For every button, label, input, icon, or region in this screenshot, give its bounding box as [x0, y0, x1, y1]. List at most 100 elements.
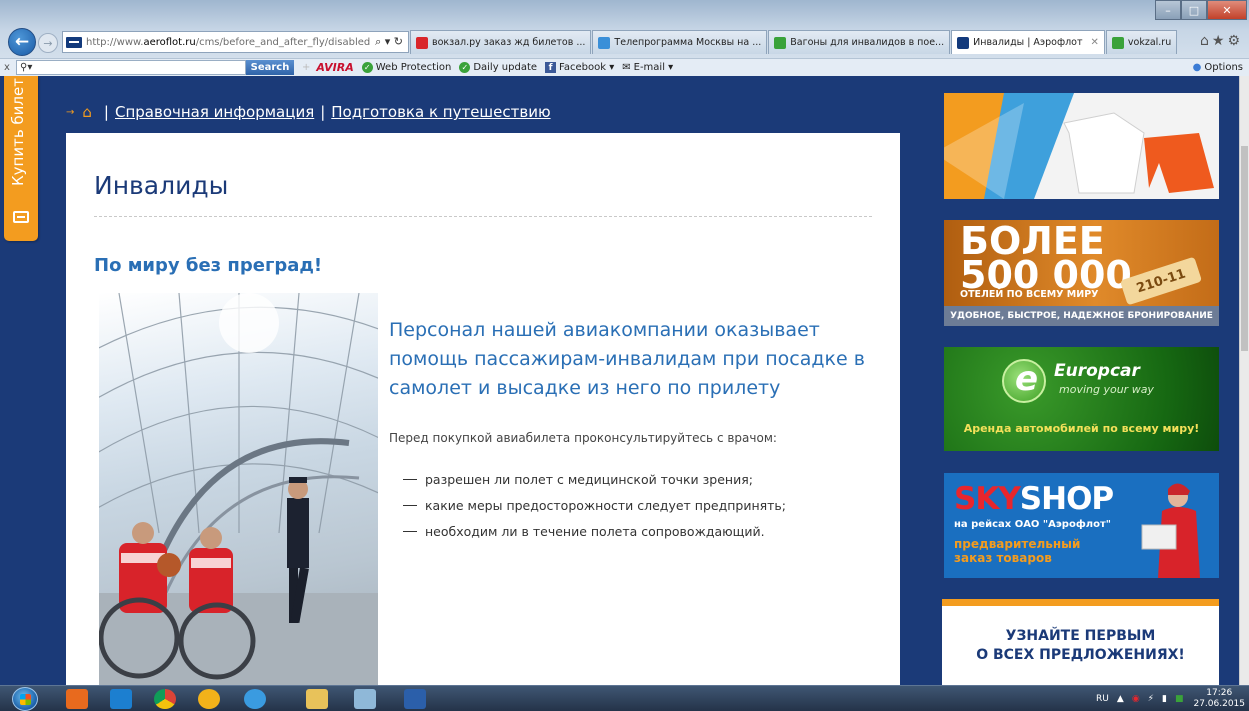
- hotels-bar: УДОБНОЕ, БЫСТРОЕ, НАДЕЖНОЕ БРОНИРОВАНИЕ: [944, 306, 1219, 326]
- buy-ticket-tab[interactable]: Купить билет: [4, 76, 38, 241]
- avira-logo[interactable]: + AVIRA: [302, 61, 354, 74]
- maximize-button[interactable]: □: [1181, 0, 1207, 20]
- europcar-brand: Europcar: [1054, 361, 1140, 381]
- list-item-text: необходим ли в течение полета сопровожда…: [425, 523, 765, 539]
- home-icon[interactable]: ⌂: [82, 103, 92, 121]
- start-button[interactable]: [12, 687, 38, 711]
- browser-tab[interactable]: вокзал.ру заказ жд билетов ...: [410, 30, 592, 54]
- home-star-gear-icons[interactable]: ⌂★⚙: [1200, 33, 1243, 49]
- europcar-motto: moving your way: [1059, 383, 1154, 396]
- envelope-icon: ✉: [622, 62, 631, 73]
- outlook-icon[interactable]: [66, 689, 88, 709]
- check-icon: ✓: [361, 62, 373, 73]
- europcar-banner[interactable]: Europcar moving your way Аренда автомоби…: [944, 347, 1219, 451]
- internet-explorer-icon[interactable]: [244, 689, 266, 709]
- arrow-icon: →: [66, 106, 75, 118]
- windows-taskbar: RU ▲ ◉ ⚡ ▮ ■ 17:26 27.06.2015: [0, 685, 1249, 711]
- dash-icon: [403, 478, 417, 480]
- web-page: Купить билет → ⌂ | Справочная информация…: [0, 76, 1249, 685]
- skyshop-banner[interactable]: SKYSHOP на рейсах ОАО "Аэрофлот" предвар…: [944, 473, 1219, 578]
- list-item-text: какие меры предосторожности следует пред…: [425, 497, 787, 513]
- options-icon: ●: [1192, 62, 1202, 73]
- email-item[interactable]: ✉ E-mail ▾: [622, 62, 673, 73]
- tab-label: Инвалиды | Аэрофлот: [973, 37, 1083, 48]
- merch-banner[interactable]: [944, 93, 1219, 199]
- tab-favicon-icon: [774, 36, 787, 49]
- europcar-logo-icon: [1002, 359, 1046, 403]
- options-label: Options: [1204, 62, 1243, 73]
- ticket-icon: [13, 211, 29, 223]
- skyshop-sky: SKY: [954, 481, 1021, 517]
- europcar-text: Аренда автомобилей по всему миру!: [963, 422, 1200, 435]
- clock[interactable]: 17:26 27.06.2015: [1193, 688, 1245, 710]
- forward-button[interactable]: →: [38, 33, 58, 53]
- skyshop-preorder: предварительный заказ товаров: [954, 537, 1081, 565]
- url-path: /cms/before_and_after_fly/disabled: [195, 36, 371, 48]
- room-key-tag: 210-11: [1119, 256, 1203, 306]
- skyshop-logo: SKYSHOP: [954, 481, 1114, 517]
- browser-tab[interactable]: Телепрограмма Москвы на ...: [592, 30, 768, 54]
- email-label: E-mail ▾: [633, 62, 674, 73]
- list-item: необходим ли в течение полета сопровожда…: [403, 518, 786, 544]
- close-window-button[interactable]: ✕: [1207, 0, 1247, 20]
- minimize-button[interactable]: –: [1155, 0, 1181, 20]
- options-item[interactable]: ● Options: [1193, 62, 1243, 73]
- aeroflot-favicon-icon: [66, 36, 82, 48]
- tab-favicon-icon: [1111, 36, 1124, 49]
- ftp-client-icon[interactable]: [198, 689, 220, 709]
- hotels-line2: 500 000: [960, 253, 1132, 297]
- facebook-label: Facebook ▾: [559, 62, 615, 73]
- avira-label: AVIRA: [316, 61, 354, 74]
- skyshop-sub: на рейсах ОАО "Аэрофлот": [954, 519, 1111, 530]
- web-protection-item[interactable]: ✓ Web Protection: [361, 62, 451, 73]
- clock-date: 27.06.2015: [1193, 699, 1245, 709]
- word-icon[interactable]: [404, 689, 426, 709]
- power-icon[interactable]: ⚡: [1148, 694, 1154, 704]
- addon-toolbar: x ⚲▾ Search + AVIRA ✓ Web Protection ✓ Dail…: [0, 58, 1249, 76]
- system-tray: RU ▲ ◉ ⚡ ▮ ■ 17:26 27.06.2015: [1088, 686, 1245, 711]
- update-icon[interactable]: ■: [1175, 694, 1184, 704]
- language-indicator[interactable]: RU: [1096, 694, 1109, 704]
- clock-time: 17:26: [1206, 688, 1233, 698]
- breadcrumb-link-preparation[interactable]: Подготовка к путешествию: [331, 103, 550, 121]
- chrome-icon[interactable]: [154, 689, 176, 709]
- folder-icon[interactable]: [306, 689, 328, 709]
- daily-update-label: Daily update: [473, 62, 538, 73]
- close-tab-icon[interactable]: ✕: [1091, 37, 1099, 48]
- search-refresh-icon[interactable]: ⌕ ▾ ↻: [375, 35, 408, 49]
- browser-chrome: – □ ✕ ← → http://www.aeroflot.ru/cms/bef…: [0, 0, 1249, 76]
- subscribe-text: УЗНАЙТЕ ПЕРВЫМ О ВСЕХ ПРЕДЛОЖЕНИЯХ!: [942, 627, 1219, 665]
- back-button[interactable]: ←: [8, 28, 36, 56]
- tab-label: Телепрограмма Москвы на ...: [614, 37, 762, 48]
- breadcrumb-separator: |: [320, 103, 326, 121]
- stewardess-image: [1141, 483, 1200, 578]
- hotels-banner[interactable]: БОЛЕЕ 500 000 210-11 ОТЕЛЕЙ ПО ВСЕМУ МИРУ…: [944, 220, 1219, 326]
- breadcrumb-link-reference[interactable]: Справочная информация: [115, 103, 314, 121]
- tab-label: vokzal.ru: [1127, 37, 1172, 48]
- show-hidden-icons-icon[interactable]: ▲: [1117, 694, 1124, 704]
- checklist: разрешен ли полет с медицинской точки зр…: [403, 466, 786, 544]
- toolbar-search-button[interactable]: Search: [246, 60, 294, 75]
- tab-favicon-icon: [416, 36, 428, 49]
- browser-tab[interactable]: Вагоны для инвалидов в пое...: [768, 30, 951, 54]
- subscribe-banner[interactable]: УЗНАЙТЕ ПЕРВЫМ О ВСЕХ ПРЕДЛОЖЕНИЯХ!: [942, 599, 1219, 685]
- browser-tab[interactable]: Инвалиды | Аэрофлот ✕: [951, 30, 1105, 54]
- hotels-headline: БОЛЕЕ 500 000: [960, 222, 1132, 297]
- browser-tab[interactable]: vokzal.ru: [1105, 30, 1178, 54]
- avira-tray-icon[interactable]: ◉: [1132, 694, 1140, 704]
- toolbar-search-input[interactable]: ⚲▾: [16, 60, 246, 75]
- daily-update-item[interactable]: ✓ Daily update: [459, 62, 537, 73]
- dash-icon: [403, 530, 417, 532]
- doctor-note: Перед покупкой авиабилета проконсультиру…: [389, 431, 777, 445]
- scrollbar-thumb[interactable]: [1241, 146, 1248, 351]
- buy-ticket-label: Купить билет: [9, 78, 27, 186]
- address-bar[interactable]: http://www.aeroflot.ru/cms/before_and_af…: [62, 31, 409, 53]
- url-prefix: http://www.: [86, 36, 144, 48]
- network-icon[interactable]: [354, 689, 376, 709]
- signal-icon[interactable]: ▮: [1162, 694, 1167, 704]
- page-scrollbar[interactable]: [1239, 76, 1249, 685]
- close-toolbar-icon[interactable]: x: [0, 62, 14, 73]
- media-player-icon[interactable]: [110, 689, 132, 709]
- tab-strip: вокзал.ру заказ жд билетов ... Телепрогра…: [410, 30, 1178, 54]
- facebook-item[interactable]: f Facebook ▾: [545, 62, 614, 73]
